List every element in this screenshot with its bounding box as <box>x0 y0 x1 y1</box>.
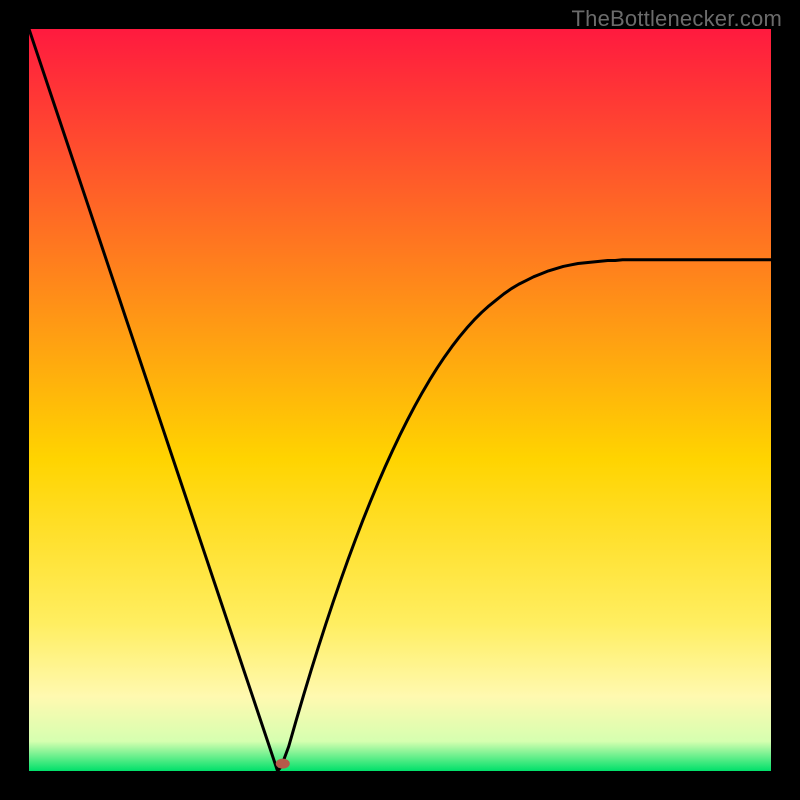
watermark-text: TheBottlenecker.com <box>572 6 782 32</box>
chart-plot-area <box>29 29 771 771</box>
chart-svg <box>29 29 771 771</box>
chart-background <box>29 29 771 771</box>
optimal-point-marker <box>276 759 290 769</box>
